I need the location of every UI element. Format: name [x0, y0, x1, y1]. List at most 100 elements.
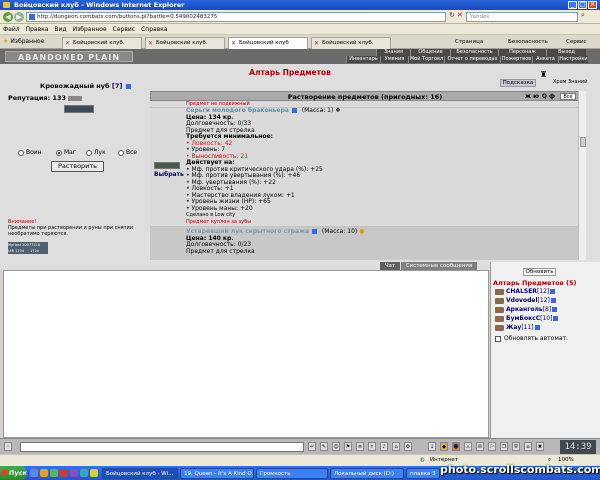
browser-tab[interactable]: ✕ Бойцовский клуб. [62, 37, 142, 49]
item-name[interactable]: Серьги молодого браконьера [186, 107, 289, 114]
exit-icon[interactable]: ✖ [536, 442, 544, 451]
browser-tab[interactable]: ✕ Бойцовский клуб. [311, 37, 391, 49]
nav-donate[interactable]: Пожертвов [500, 56, 532, 63]
clear-icon[interactable]: ✎ [320, 442, 328, 451]
menu-favorites[interactable]: Избранное [70, 24, 110, 35]
info-icon[interactable] [550, 289, 556, 294]
close-button[interactable]: × [588, 1, 597, 9]
shield-icon[interactable]: ⛨ [512, 442, 520, 451]
folder-launch-icon[interactable] [40, 469, 48, 477]
forward-button[interactable]: ▶ [14, 12, 24, 22]
app-launch-icon[interactable] [70, 469, 78, 477]
info-icon[interactable] [291, 108, 297, 113]
clan-icon[interactable]: ⚔ [464, 442, 472, 451]
class-radio-archer[interactable]: Лук [86, 149, 106, 156]
security-menu[interactable]: Безопасность [508, 37, 548, 48]
map-icon[interactable]: ⌂ [392, 442, 400, 451]
online-user[interactable]: Арканголь[8] [495, 305, 558, 314]
class-radio-all[interactable]: Все [118, 149, 137, 156]
app-launch-icon[interactable] [60, 469, 68, 477]
tools-menu[interactable]: Сервис [566, 37, 587, 48]
scroll-icon[interactable]: ↓ [428, 442, 436, 451]
nav-skills[interactable]: Умения [380, 56, 408, 63]
auto-refresh-checkbox[interactable]: Обновлять автомат. [495, 335, 568, 342]
nav-trade[interactable]: Мой Торговл [408, 56, 444, 63]
items-scrollbar[interactable] [578, 91, 586, 260]
nav-character[interactable]: Персонаж [498, 49, 546, 56]
mail-icon[interactable]: ✉ [476, 442, 484, 451]
smile-icon[interactable]: ☺ [332, 442, 340, 451]
counter-badge[interactable]: UIR 1234 [8, 248, 30, 254]
book-icon[interactable]: ❒ [500, 442, 508, 451]
nav-profile[interactable]: Анкета [532, 56, 558, 63]
start-button[interactable]: Пуск [0, 466, 27, 480]
task-button[interactable]: Громкость [256, 468, 328, 479]
page-menu[interactable]: Страница [455, 37, 483, 48]
online-user[interactable]: Жау[11] [495, 323, 540, 332]
browser-tab-active[interactable]: ✕ Бойцовский клуб [228, 37, 308, 49]
refresh-icon[interactable]: ↻ [449, 10, 455, 20]
task-button[interactable]: 19. Queen - It's A Kind O... [180, 468, 254, 479]
nav-knowledge[interactable]: Знания [376, 49, 410, 56]
address-input[interactable]: http://dungeon.combats.com/buttons.pl?ba… [26, 12, 446, 22]
minimize-button[interactable]: _ [568, 1, 577, 9]
settings-icon[interactable]: ⚙ [404, 442, 412, 451]
info-icon[interactable] [125, 83, 131, 89]
menu-tools[interactable]: Сервис [110, 24, 138, 35]
browser-tab[interactable]: ✕ Бойцовский клуб. [145, 37, 225, 49]
class-radio-mage[interactable]: Маг [56, 149, 76, 156]
nav-inventory[interactable]: Инвентарь [346, 56, 380, 63]
list-icon[interactable]: ≡ [356, 442, 364, 451]
home-icon[interactable]: ⌂ [524, 442, 532, 451]
choose-link[interactable]: Выбрать [154, 171, 184, 178]
hint-button[interactable]: Подсказка [500, 79, 536, 87]
inventory-icon[interactable]: ◆ [440, 442, 448, 451]
info-icon[interactable] [550, 298, 556, 303]
task-button[interactable]: плавка 3 [406, 468, 440, 479]
info-icon[interactable] [553, 316, 559, 321]
chat-mode-button[interactable]: ◦ [4, 442, 12, 451]
tab-system-messages[interactable]: Системные сообщения [401, 262, 477, 270]
class-radio-warrior[interactable]: Воин [18, 149, 42, 156]
search-input[interactable]: Yandex [466, 12, 578, 22]
online-user[interactable]: БумБоксС[10] [495, 314, 559, 323]
menu-help[interactable]: Справка [138, 24, 170, 35]
task-button[interactable]: Бойцовский клуб - Wi... [102, 468, 178, 479]
nav-transfers[interactable]: Отчет о переводах [444, 56, 500, 63]
filter-select[interactable]: Все [560, 93, 576, 100]
scrollbar-thumb[interactable] [580, 137, 586, 147]
menu-edit[interactable]: Правка [23, 24, 52, 35]
maximize-button[interactable]: □ [578, 1, 587, 9]
translit-icon[interactable]: т [368, 442, 376, 451]
menu-file[interactable]: Файл [0, 24, 23, 35]
stop-icon[interactable]: ✕ [457, 10, 463, 20]
tab-chat[interactable]: Чат [380, 262, 400, 270]
nav-settings[interactable]: Настройки [558, 56, 588, 63]
online-user[interactable]: CHALSER[12] [495, 287, 556, 296]
send-icon[interactable]: ↵ [308, 442, 316, 451]
app-launch-icon[interactable] [80, 469, 88, 477]
filter-icon[interactable]: ⚑ [344, 442, 352, 451]
chat-window[interactable] [3, 270, 489, 438]
item-name[interactable]: Устаревший лук скрытного стража [186, 228, 309, 235]
nav-communication[interactable]: Общение [410, 49, 450, 56]
chat-input[interactable] [20, 442, 304, 452]
nav-exit[interactable]: Выход [546, 49, 586, 56]
nav-security[interactable]: Безопасность [450, 49, 498, 56]
ie-launch-icon[interactable] [30, 469, 38, 477]
search-icon[interactable]: ⌕ [581, 10, 585, 20]
task-button[interactable]: Локальный диск (D:) [330, 468, 404, 479]
info-icon[interactable] [311, 229, 317, 234]
menu-view[interactable]: Вид [51, 24, 69, 35]
refresh-button[interactable]: Обновить [523, 268, 556, 276]
favorites-button[interactable]: ★ Избранное [3, 38, 44, 46]
back-button[interactable]: ◀ [3, 12, 13, 22]
app-launch-icon[interactable] [90, 469, 98, 477]
flag-icon[interactable]: ⚐ [488, 442, 496, 451]
dissolve-button[interactable]: Растворить [51, 161, 104, 172]
online-user[interactable]: Vdovodel[12] [495, 296, 556, 305]
user-nick[interactable]: Кровожадный нуб [7] [40, 82, 131, 90]
sound-icon[interactable]: ♪ [380, 442, 388, 451]
media-launch-icon[interactable] [50, 469, 58, 477]
info-icon[interactable] [552, 307, 558, 312]
